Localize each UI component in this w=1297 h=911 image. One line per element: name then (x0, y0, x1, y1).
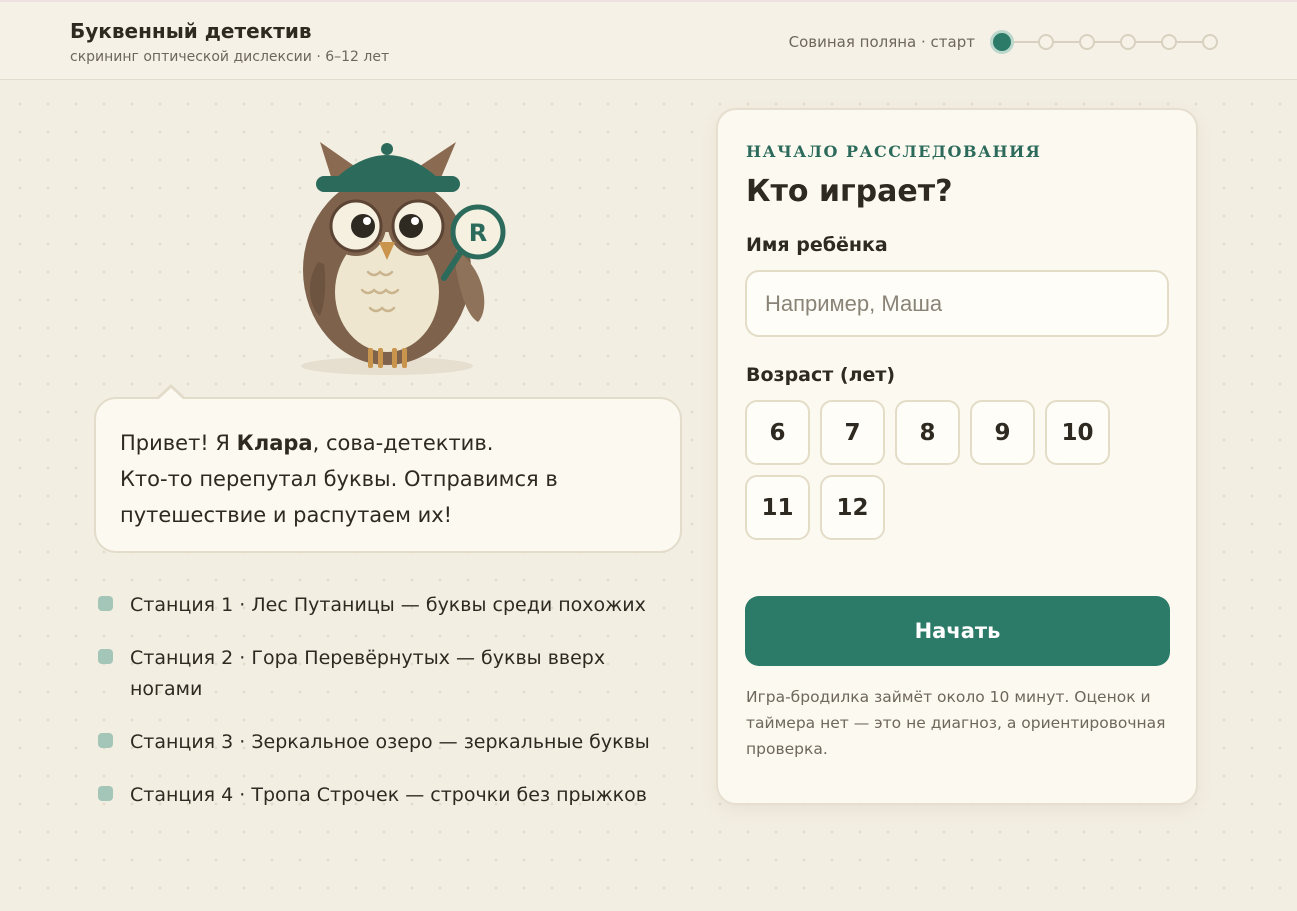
bullet-icon (98, 733, 113, 748)
progress-line (1002, 41, 1212, 43)
form-note: Игра-бродилка займёт около 10 минут. Оце… (746, 688, 1166, 758)
top-bar: Буквенный детектив скрининг оптической д… (0, 0, 1297, 80)
age-option-10[interactable]: 10 (1045, 400, 1110, 465)
player-form-card: НАЧАЛО РАССЛЕДОВАНИЯ Кто играет? Имя реб… (716, 108, 1198, 805)
form-title: Кто играет? (746, 174, 953, 209)
bullet-icon (98, 596, 113, 611)
progress-label: Совиная поляна · старт (788, 33, 975, 51)
progress-step-3 (1079, 34, 1095, 50)
owl-hat (336, 155, 438, 178)
name-label: Имя ребёнка (746, 234, 888, 256)
progress-step-5 (1161, 34, 1177, 50)
progress-step-6 (1202, 34, 1218, 50)
magnifier-letter: R (469, 219, 487, 247)
app-subtitle: скрининг оптической дислексии · 6–12 лет (70, 49, 390, 65)
age-option-7[interactable]: 7 (820, 400, 885, 465)
bullet-icon (98, 649, 113, 664)
app-title: Буквенный детектив (70, 19, 312, 43)
station-list: Станция 1 · Лес Путаницы — буквы среди п… (98, 590, 668, 833)
start-button[interactable]: Начать (745, 596, 1170, 666)
station-item: Станция 1 · Лес Путаницы — буквы среди п… (98, 590, 668, 621)
progress-step-4 (1120, 34, 1136, 50)
form-kicker: НАЧАЛО РАССЛЕДОВАНИЯ (746, 142, 1042, 161)
owl-detective-illustration: R (301, 142, 506, 375)
progress-step-1 (990, 30, 1014, 54)
age-label: Возраст (лет) (746, 364, 896, 386)
age-option-12[interactable]: 12 (820, 475, 885, 540)
station-item: Станция 4 · Тропа Строчек — строчки без … (98, 780, 668, 811)
owl-name: Клара (236, 431, 313, 455)
owl-feet (368, 348, 373, 368)
progress-step-2 (1038, 34, 1054, 50)
station-item: Станция 2 · Гора Перевёрнутых — буквы вв… (98, 643, 668, 705)
progress-track (990, 30, 1222, 54)
speech-line-2: Кто-то перепутал буквы. Отправимся в пут… (120, 467, 558, 527)
speech-bubble: Привет! Я Клара, сова-детектив. Кто-то п… (94, 384, 682, 553)
speech-line-1: Привет! Я Клара, сова-детектив. (120, 431, 494, 455)
age-option-6[interactable]: 6 (745, 400, 810, 465)
age-option-11[interactable]: 11 (745, 475, 810, 540)
bullet-icon (98, 786, 113, 801)
child-name-input[interactable] (745, 270, 1169, 337)
age-option-9[interactable]: 9 (970, 400, 1035, 465)
station-item: Станция 3 · Зеркальное озеро — зеркальны… (98, 727, 668, 758)
age-option-8[interactable]: 8 (895, 400, 960, 465)
